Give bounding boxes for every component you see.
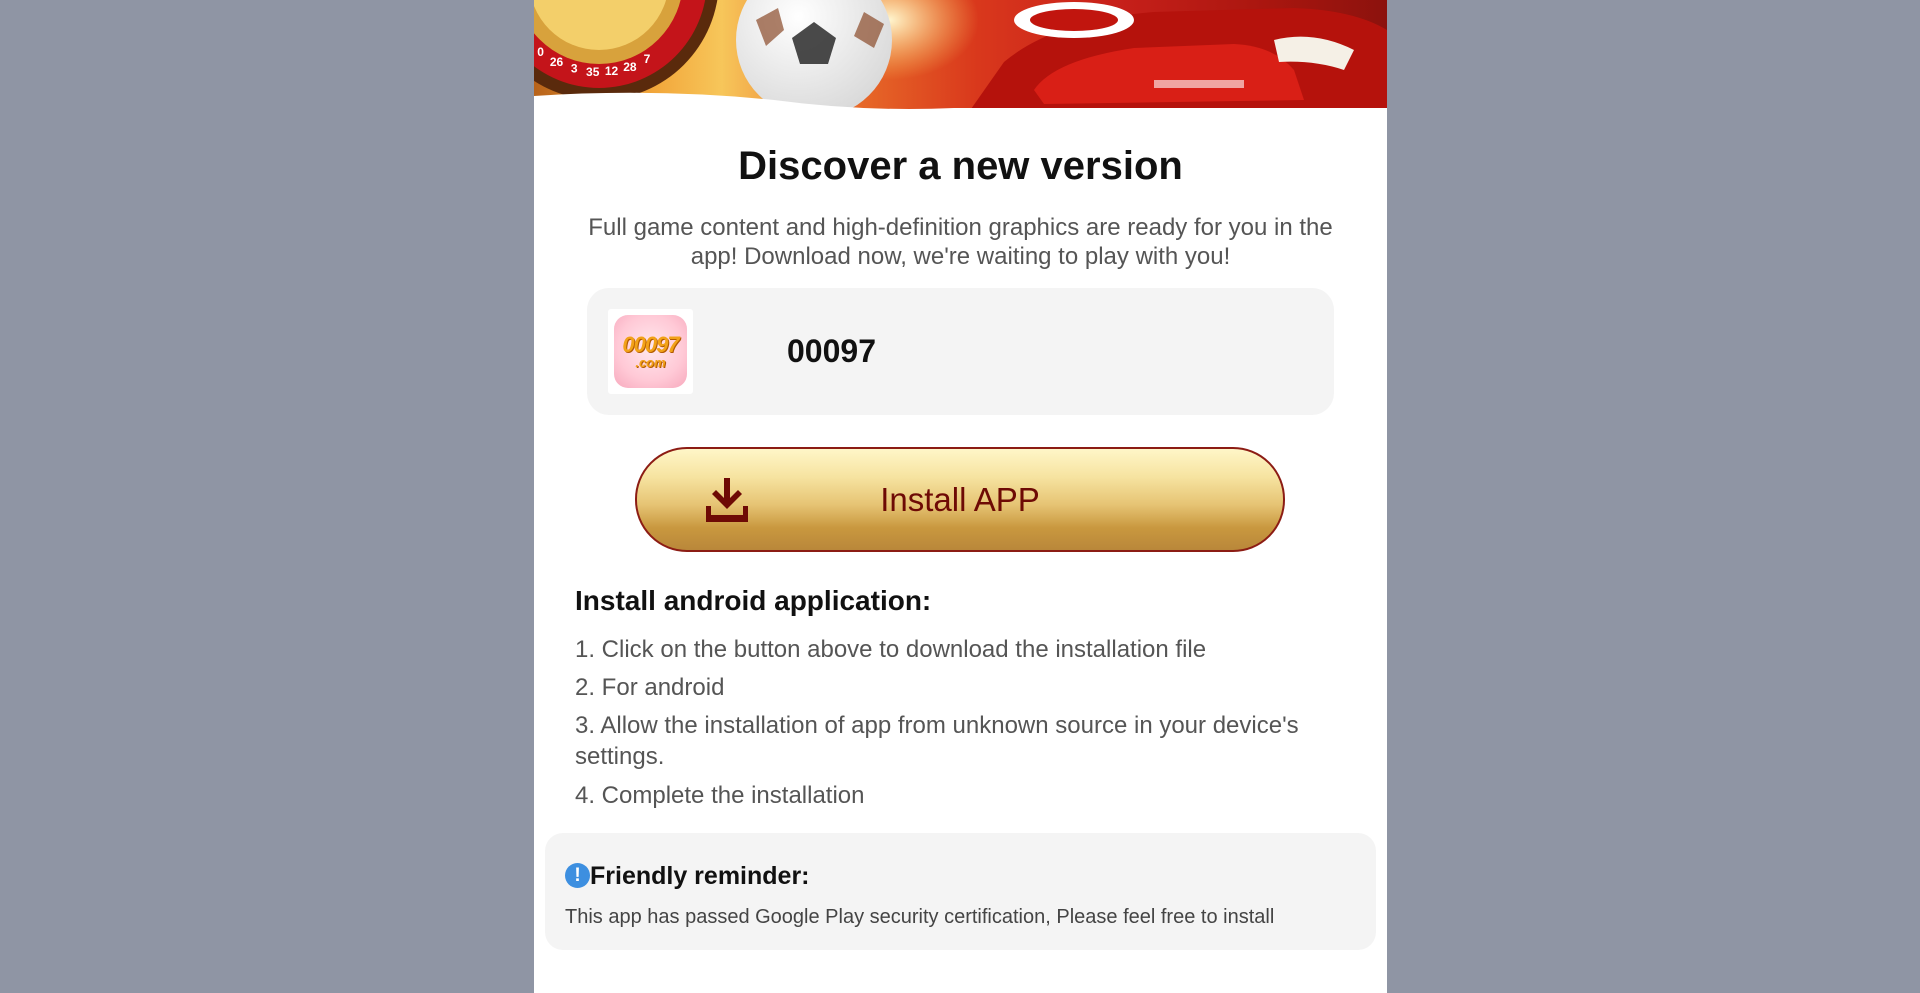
instruction-step: 4. Complete the installation xyxy=(575,782,865,809)
instruction-step: 3. Allow the installation of app from un… xyxy=(575,712,1299,770)
roulette-wheel-icon: 728123532603215 xyxy=(534,0,718,100)
roulette-number: 26 xyxy=(550,55,564,69)
friendly-reminder-box: ! Friendly reminder: This app has passed… xyxy=(545,833,1376,950)
roulette-number: 12 xyxy=(605,64,619,78)
roulette-number: 3 xyxy=(571,62,578,76)
roulette-number: 28 xyxy=(623,60,637,74)
roulette-number: 0 xyxy=(537,45,544,59)
hero-banner-image: 728123532603215 xyxy=(534,0,1387,119)
page-title: Discover a new version xyxy=(738,144,1183,188)
reminder-text: This app has passed Google Play security… xyxy=(565,906,1275,928)
instruction-step: 1. Click on the button above to download… xyxy=(575,636,1207,663)
reminder-title: Friendly reminder: xyxy=(590,862,810,890)
app-logo-subtext: .com xyxy=(635,355,666,370)
roulette-number: 7 xyxy=(644,52,651,66)
info-icon: ! xyxy=(565,863,590,888)
install-button-label: Install APP xyxy=(880,481,1040,518)
hero-banner: 728123532603215 xyxy=(534,0,1387,119)
instruction-step: 2. For android xyxy=(575,674,725,701)
app-info-card: 00097 .com 00097 xyxy=(587,288,1334,415)
install-app-button[interactable]: Install APP xyxy=(635,447,1285,552)
app-logo-badge: 00097 .com xyxy=(614,315,687,388)
instructions-title: Install android application: xyxy=(575,585,932,616)
app-name: 00097 xyxy=(787,333,876,369)
page-subtitle: Full game content and high-definition gr… xyxy=(588,214,1333,270)
install-page: 728123532603215 Discov xyxy=(534,0,1387,993)
roulette-number: 35 xyxy=(586,65,600,79)
app-logo: 00097 .com xyxy=(608,309,693,394)
race-car-icon xyxy=(964,2,1387,119)
